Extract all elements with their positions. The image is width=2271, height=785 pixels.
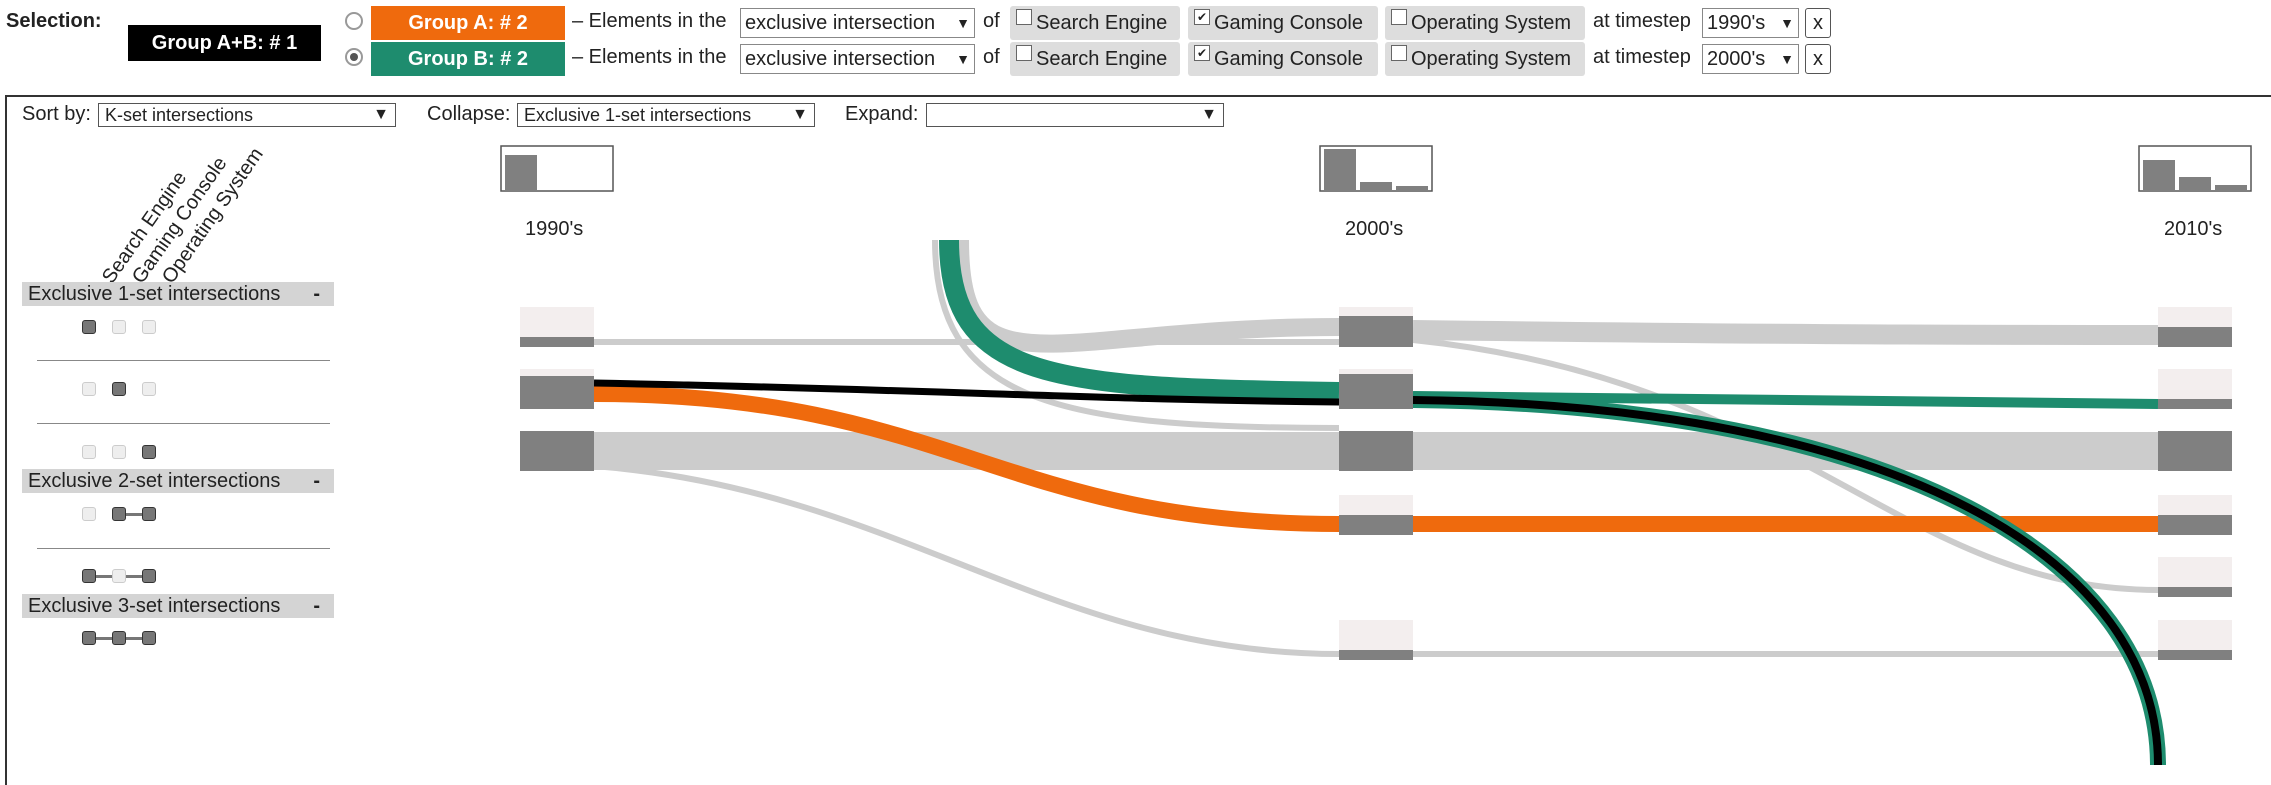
node-2010s-operating-system bbox=[2158, 431, 2232, 471]
histogram-bar bbox=[2179, 177, 2211, 191]
node-1990s-search-engine bbox=[520, 337, 594, 347]
node-backgrounds bbox=[520, 307, 2232, 660]
nodes bbox=[520, 316, 2232, 660]
node-2000s-gaming-console bbox=[1339, 374, 1413, 409]
histogram-bar bbox=[1324, 149, 1356, 191]
node-1990s-gaming-console bbox=[520, 376, 594, 409]
histogram-2000s[interactable] bbox=[1319, 145, 1433, 192]
flow bbox=[1412, 320, 2159, 345]
node-2010s-gaming-operating bbox=[2158, 515, 2232, 535]
histogram-2010s[interactable] bbox=[2138, 145, 2252, 192]
node-2010s-search-engine bbox=[2158, 327, 2232, 347]
node-2010s-search-operating bbox=[2158, 587, 2232, 597]
histogram-bar bbox=[1360, 182, 1392, 191]
flow-diagram bbox=[500, 145, 2252, 766]
node-2000s-search-engine bbox=[1339, 316, 1413, 347]
node-2000s-all-three bbox=[1339, 650, 1413, 660]
group-b-flow bbox=[939, 239, 1340, 402]
flow bbox=[593, 463, 1340, 657]
histogram-bar bbox=[505, 155, 537, 191]
node-2000s-operating-system bbox=[1339, 431, 1413, 471]
histogram-bar bbox=[1396, 186, 1428, 191]
node-2000s-gaming-operating bbox=[1339, 515, 1413, 535]
node-2010s-all-three bbox=[2158, 650, 2232, 660]
histogram-bar bbox=[2215, 185, 2247, 191]
node-2010s-gaming-console bbox=[2158, 399, 2232, 409]
node-1990s-operating-system bbox=[520, 431, 594, 471]
histogram-1990s[interactable] bbox=[500, 145, 614, 192]
histogram-bar bbox=[2143, 160, 2175, 191]
flow bbox=[951, 239, 1340, 353]
